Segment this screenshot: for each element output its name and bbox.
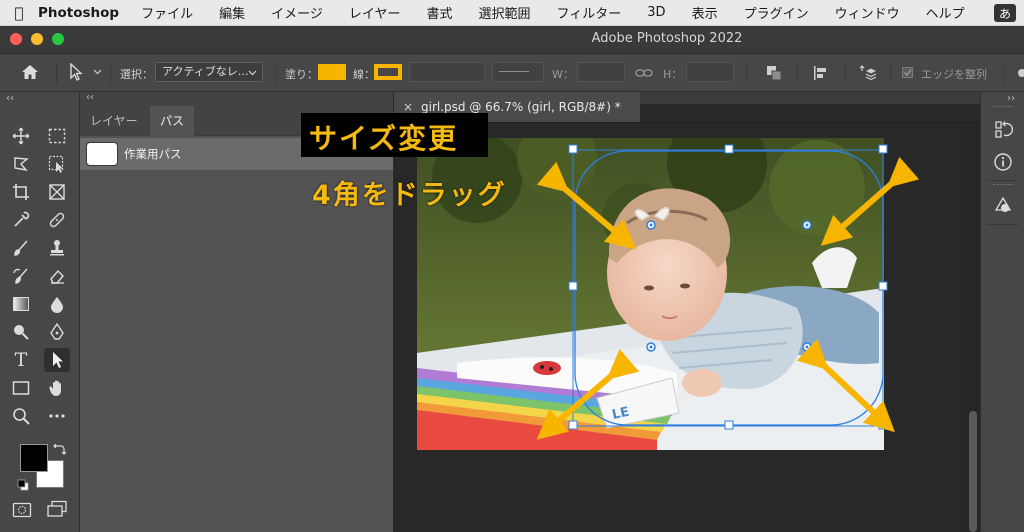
arrow-bottom-right-corner <box>796 338 895 433</box>
arrow-bottom-left-corner <box>536 348 640 440</box>
annotation-arrows <box>536 156 920 440</box>
arrow-top-right-corner <box>820 156 920 246</box>
arrow-top-left-corner <box>536 161 637 250</box>
